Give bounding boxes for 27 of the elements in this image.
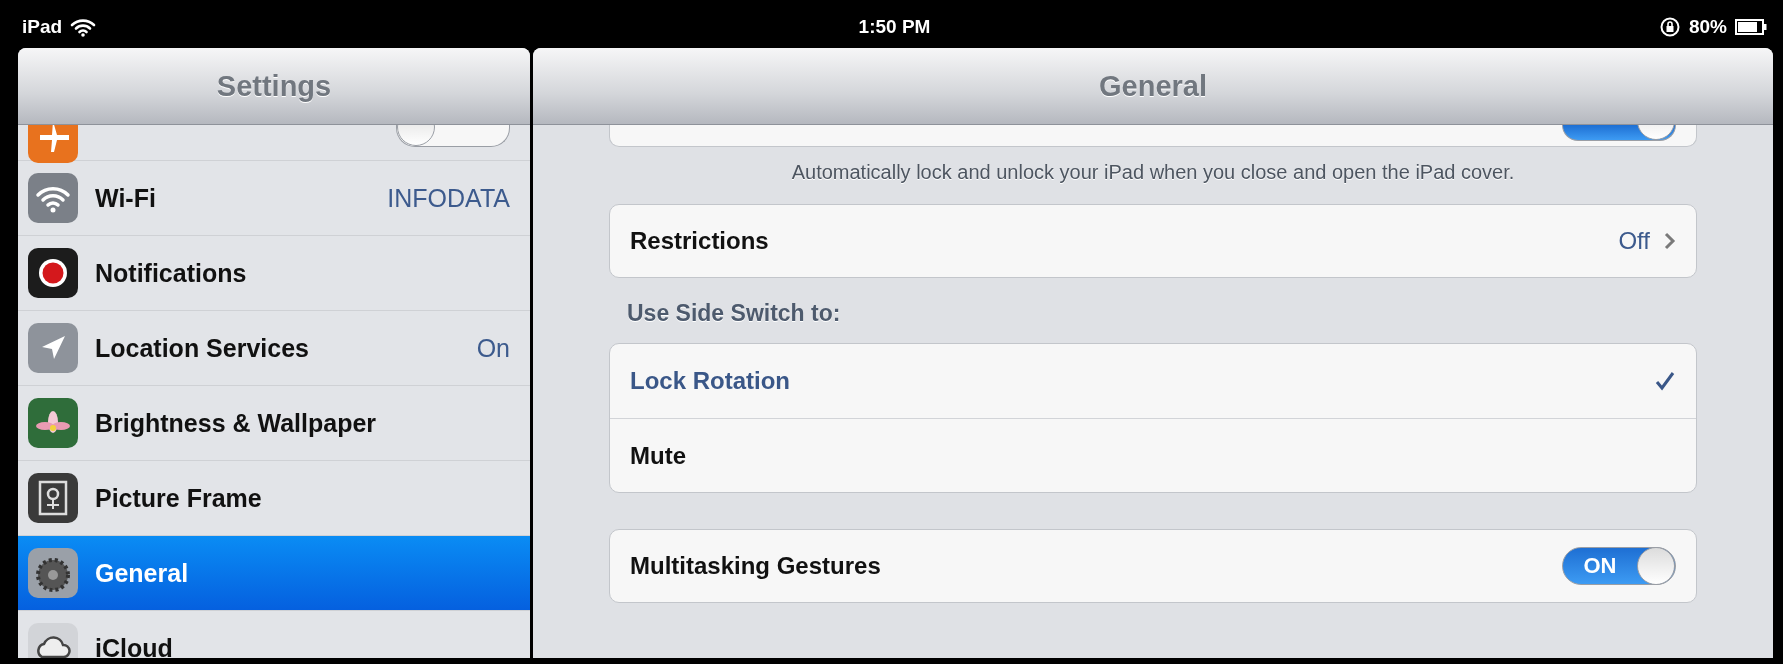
setting-label: Multitasking Gestures [630, 552, 882, 580]
sidebar-item[interactable]: Notifications [18, 236, 530, 311]
item-label: General [95, 558, 190, 588]
option-row[interactable]: Lock Rotation [610, 344, 1696, 418]
item-label: iCloud [95, 633, 174, 658]
sidebar-item[interactable]: Brightness & Wallpaper [18, 386, 530, 461]
footnote-text: Automatically lock and unlock your iPad when you close and open the iPad cover. [790, 161, 1516, 184]
item-label: Notifications [95, 258, 248, 288]
option-row[interactable]: Mute [610, 418, 1696, 492]
sidebar-title: Settings [216, 69, 332, 103]
item-value: On [476, 333, 510, 363]
device-name: iPad [22, 16, 63, 38]
clock-time: 1:50 PM [858, 16, 931, 38]
item-label: Brightness & Wallpaper [95, 408, 378, 438]
section-header: Use Side Switch to: [626, 299, 842, 328]
item-label: Picture Frame [95, 483, 263, 513]
sidebar-item[interactable]: General [18, 536, 530, 611]
sidebar-item[interactable]: iCloud [18, 611, 530, 658]
item-label: Location Services [95, 333, 310, 363]
page-title: General [1099, 69, 1207, 103]
sidebar-item[interactable]: Location Services On [18, 311, 530, 386]
item-label: Wi-Fi [95, 183, 157, 213]
sidebar-item[interactable]: Wi-Fi INFODATA [18, 161, 530, 236]
item-value: INFODATA [387, 183, 510, 213]
restrictions-row[interactable]: Restrictions Off [609, 204, 1697, 278]
battery-percent: 80% [1688, 16, 1727, 38]
toggle-switch[interactable]: ON [1562, 547, 1676, 585]
